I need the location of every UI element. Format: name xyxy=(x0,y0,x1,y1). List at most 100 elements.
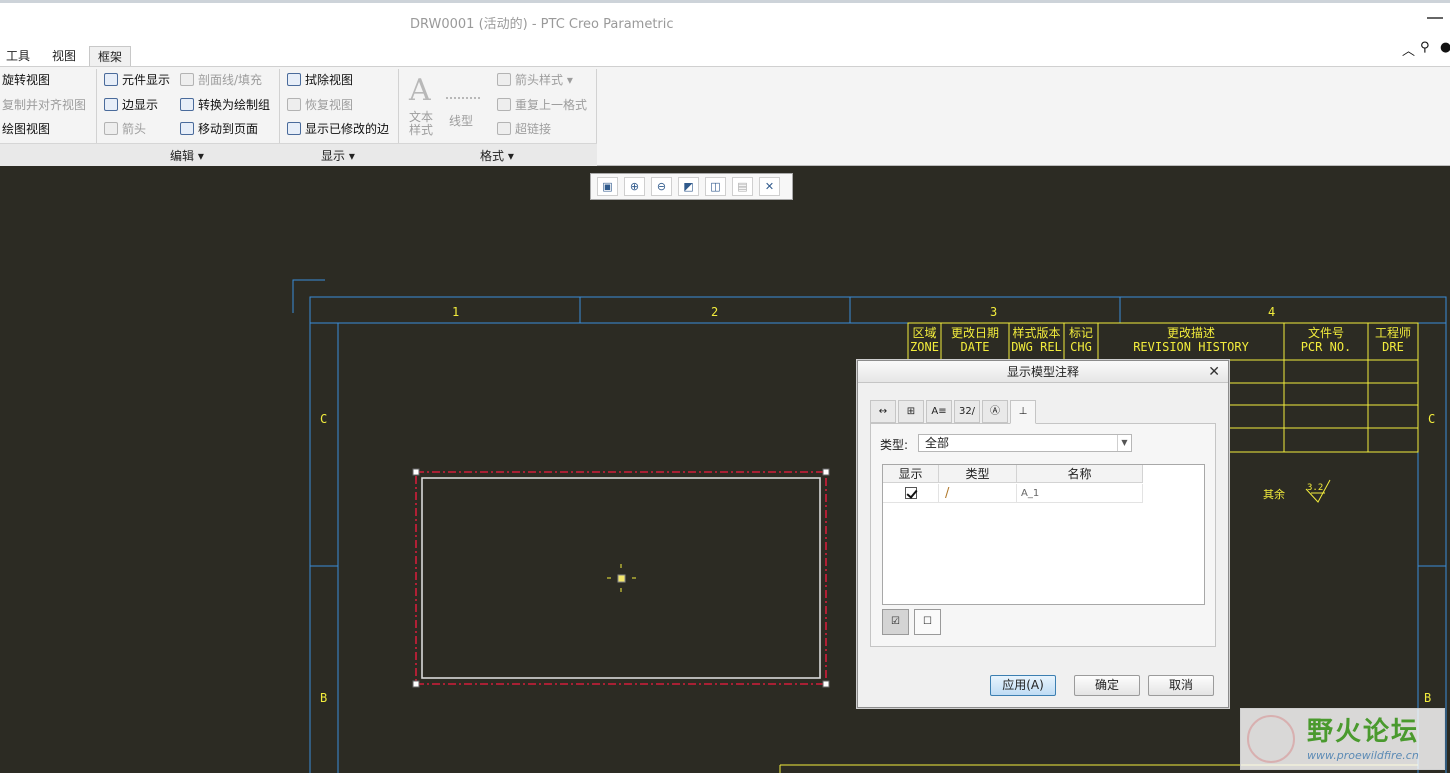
move-sheet-icon xyxy=(180,122,194,135)
tab-gtol-icon[interactable]: ⊞ xyxy=(898,400,924,423)
rotate-view-button[interactable]: 旋转视图 xyxy=(2,70,50,90)
sheet-setup-icon[interactable]: ▤ xyxy=(732,177,753,196)
watermark-url: www.proewildfire.cn xyxy=(1307,749,1419,762)
row-label-b-left: B xyxy=(320,691,327,705)
col-show[interactable]: 显示 xyxy=(883,465,939,483)
surface-note: 其余 xyxy=(1263,487,1285,501)
dialog-title: 显示模型注释 xyxy=(1006,365,1079,379)
rev-header-dre: 工程师 DRE xyxy=(1374,326,1411,354)
erase-view-button[interactable]: 拭除视图 xyxy=(287,70,353,90)
select-all-button[interactable]: ☑ xyxy=(882,609,909,635)
row-show-checkbox[interactable] xyxy=(883,484,939,503)
tab-dimensions-icon[interactable]: ↔ xyxy=(870,400,896,423)
arrow-icon xyxy=(104,122,118,135)
component-display-button[interactable]: 元件显示 xyxy=(104,70,170,90)
deselect-all-button[interactable]: ☐ xyxy=(914,609,941,635)
resume-view-button[interactable]: 恢复视图 xyxy=(287,95,353,115)
roughness-value: 3.2 xyxy=(1307,483,1323,493)
checkbox-checked-icon[interactable] xyxy=(904,487,917,499)
minimize-icon[interactable] xyxy=(1427,17,1443,19)
arrow-style-button[interactable]: 箭头样式 ▾ xyxy=(497,70,573,90)
rev-header-pcr: 文件号 PCR NO. xyxy=(1300,326,1352,354)
collapse-ribbon-icon[interactable]: ︿ xyxy=(1402,40,1415,59)
ribbon: 旋转视图 复制并对齐视图 绘图视图 元件显示 边显示 箭头 剖面线/填充 转换为… xyxy=(0,66,1450,166)
show-modified-edges-button[interactable]: 显示已修改的边 xyxy=(287,119,389,139)
hyperlink-icon xyxy=(497,122,511,135)
section-hatch-button[interactable]: 剖面线/填充 xyxy=(180,70,262,90)
repeat-last-format-button[interactable]: 重复上一格式 xyxy=(497,95,587,115)
tab-view[interactable]: 视图 xyxy=(44,46,84,66)
text-style-icon: A xyxy=(409,73,431,108)
tab-symbols-icon[interactable]: Ⓐ xyxy=(982,400,1008,423)
zone-label-4: 4 xyxy=(1268,305,1275,319)
datum-display-icon[interactable]: ✕ xyxy=(759,177,780,196)
tab-datums-icon[interactable]: ⊥ xyxy=(1010,400,1036,424)
drawing-view-button[interactable]: 绘图视图 xyxy=(2,119,50,139)
drawing-canvas[interactable]: 1 2 3 4 C C B B 其余 3.2 区域 ZONE 更改日期 DATE… xyxy=(0,166,1450,773)
col-name[interactable]: 名称 xyxy=(1017,465,1143,483)
dialog-title-bar: 显示模型注释 ✕ xyxy=(858,361,1228,383)
line-style-icon xyxy=(446,75,480,99)
row-name: A_1 xyxy=(1017,484,1143,503)
title-bar: DRW0001 (活动的) - PTC Creo Parametric xyxy=(0,0,1450,44)
row-label-c-left: C xyxy=(320,412,327,426)
repaint-icon[interactable]: ◩ xyxy=(678,177,699,196)
zone-label-1: 1 xyxy=(452,305,459,319)
zoom-in-icon[interactable]: ⊕ xyxy=(624,177,645,196)
convert-draft-group-button[interactable]: 转换为绘制组 xyxy=(180,95,270,115)
group-format-label[interactable]: 格式 ▾ xyxy=(480,147,514,164)
row-label-b-right: B xyxy=(1424,691,1431,705)
annotations-table: 显示 类型 名称 / A_1 xyxy=(882,464,1205,605)
zone-label-3: 3 xyxy=(990,305,997,319)
forum-logo-icon xyxy=(1247,715,1295,763)
tab-frame[interactable]: 框架 xyxy=(89,46,132,66)
line-style-button[interactable]: 线型 xyxy=(449,111,473,131)
zoom-out-icon[interactable]: ⊖ xyxy=(651,177,672,196)
edge-display-button[interactable]: 边显示 xyxy=(104,95,158,115)
rev-header-history: 更改描述 REVISION HISTORY xyxy=(1133,326,1249,354)
move-to-sheet-button[interactable]: 移动到页面 xyxy=(180,119,258,139)
cancel-button[interactable]: 取消 xyxy=(1148,675,1214,696)
hyperlink-button[interactable]: 超链接 xyxy=(497,119,551,139)
convert-icon xyxy=(180,98,194,111)
rev-header-chg: 标记 CHG xyxy=(1068,326,1093,354)
forum-watermark: 野火论坛 www.proewildfire.cn xyxy=(1240,708,1445,770)
tab-tools[interactable]: 工具 xyxy=(0,46,38,66)
ok-button[interactable]: 确定 xyxy=(1074,675,1140,696)
show-model-annotations-dialog: 显示模型注释 ✕ ↔ ⊞ A≡ 32/ Ⓐ ⊥ 类型: 全部 ▼ 显示 类型 名… xyxy=(857,360,1229,708)
repeat-format-icon xyxy=(497,98,511,111)
edge-display-icon xyxy=(104,98,118,111)
group-edit-label[interactable]: 编辑 ▾ xyxy=(170,147,204,164)
tab-notes-icon[interactable]: A≡ xyxy=(926,400,952,423)
erase-view-icon xyxy=(287,73,301,86)
resume-view-icon xyxy=(287,98,301,111)
type-select[interactable]: 全部 ▼ xyxy=(918,434,1132,452)
rev-header-date: 更改日期 DATE xyxy=(950,326,999,354)
component-display-icon xyxy=(104,73,118,86)
group-display-label[interactable]: 显示 ▾ xyxy=(321,147,355,164)
col-type[interactable]: 类型 xyxy=(939,465,1017,483)
search-icon[interactable]: ⚲ xyxy=(1420,40,1430,55)
close-icon[interactable]: ✕ xyxy=(1208,361,1220,383)
window-title: DRW0001 (活动的) - PTC Creo Parametric xyxy=(410,17,674,32)
help-icon[interactable]: ● xyxy=(1440,40,1450,55)
arrow-button[interactable]: 箭头 xyxy=(104,119,146,139)
row-label-c-right: C xyxy=(1428,412,1435,426)
type-label: 类型: xyxy=(880,438,909,452)
modified-edges-icon xyxy=(287,122,301,135)
ribbon-tab-row: 工具 视图 框架 xyxy=(0,44,1450,66)
graphics-toolbar: ▣ ⊕ ⊖ ◩ ◫ ▤ ✕ xyxy=(590,173,793,200)
chevron-down-icon[interactable]: ▼ xyxy=(1117,435,1131,451)
apply-button[interactable]: 应用(A) xyxy=(990,675,1056,696)
refit-icon[interactable]: ▣ xyxy=(597,177,618,196)
drawing-sheet: 1 2 3 4 C C B B 其余 3.2 xyxy=(292,279,1447,773)
arrow-style-icon xyxy=(497,73,511,86)
tab-surface-finish-icon[interactable]: 32/ xyxy=(954,400,980,423)
hatch-icon xyxy=(180,73,194,86)
display-style-icon[interactable]: ◫ xyxy=(705,177,726,196)
text-style-button[interactable]: 文本 样式 xyxy=(409,111,433,139)
row-type: / xyxy=(939,484,1017,503)
watermark-name: 野火论坛 xyxy=(1307,717,1420,747)
rev-header-zone: 区域 ZONE xyxy=(910,326,939,354)
copy-align-view-button[interactable]: 复制并对齐视图 xyxy=(2,95,86,115)
